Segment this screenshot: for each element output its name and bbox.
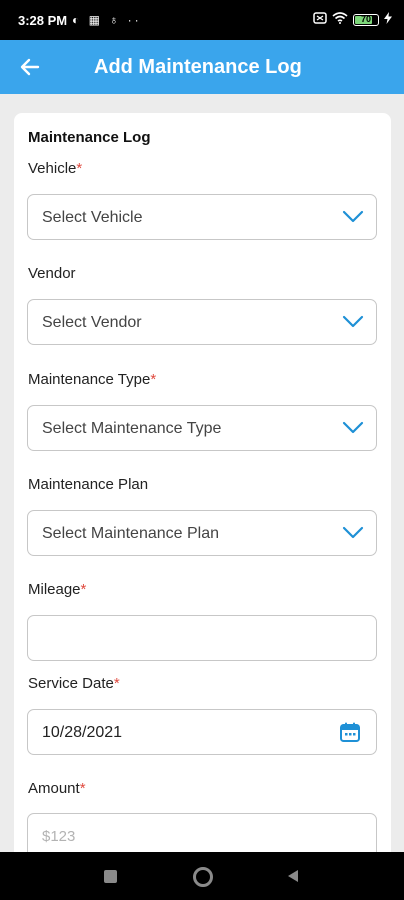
amount-placeholder: $123 [42, 828, 76, 845]
chevron-down-icon [342, 421, 364, 434]
notification-icons: ◐ ▦ ♁ ·· [72, 13, 142, 27]
charging-icon [384, 12, 392, 27]
required-marker: * [150, 371, 157, 388]
maintenance-type-label: Maintenance Type* [28, 371, 157, 388]
vehicle-select-value: Select Vehicle [42, 209, 143, 226]
amount-label: Amount* [28, 780, 86, 797]
mileage-input[interactable] [27, 615, 377, 661]
wifi-icon [332, 12, 348, 27]
maintenance-type-select[interactable]: Select Maintenance Type [27, 405, 377, 451]
maintenance-log-card: Maintenance Log Vehicle* Select Vehicle … [14, 113, 391, 873]
required-marker: * [79, 780, 86, 797]
vehicle-label: Vehicle* [28, 160, 83, 177]
maintenance-plan-select-value: Select Maintenance Plan [42, 525, 219, 542]
maintenance-type-select-value: Select Maintenance Type [42, 420, 222, 437]
system-nav-bar [0, 852, 404, 900]
status-bar: 3:28 PM ◐ ▦ ♁ ·· 70 [0, 0, 404, 40]
service-date-value: 10/28/2021 [42, 724, 123, 741]
service-date-label: Service Date* [28, 675, 120, 692]
section-title: Maintenance Log [28, 129, 151, 146]
sim-icon [313, 12, 327, 27]
maintenance-plan-select[interactable]: Select Maintenance Plan [27, 510, 377, 556]
back-triangle-icon[interactable] [287, 869, 299, 883]
battery-icon: 70 [353, 13, 379, 26]
chevron-down-icon [342, 210, 364, 223]
vehicle-select[interactable]: Select Vehicle [27, 194, 377, 240]
maintenance-plan-label: Maintenance Plan [28, 476, 149, 493]
page-title: Add Maintenance Log [94, 56, 302, 78]
back-button[interactable] [14, 53, 46, 81]
mileage-label: Mileage* [28, 581, 87, 598]
app-bar: Add Maintenance Log [0, 40, 404, 94]
vendor-label: Vendor [28, 265, 76, 282]
recent-apps-button[interactable] [104, 870, 117, 883]
status-time: 3:28 PM [18, 13, 68, 28]
vendor-select-value: Select Vendor [42, 314, 142, 331]
required-marker: * [76, 160, 83, 177]
calendar-icon[interactable] [339, 721, 361, 743]
chevron-down-icon [342, 526, 364, 539]
service-date-field[interactable]: 10/28/2021 [27, 709, 377, 755]
required-marker: * [113, 675, 120, 692]
arrow-left-icon [20, 58, 40, 76]
chevron-down-icon [342, 315, 364, 328]
status-icons: 70 [313, 12, 392, 27]
home-button[interactable] [193, 867, 213, 887]
vendor-select[interactable]: Select Vendor [27, 299, 377, 345]
required-marker: * [80, 581, 87, 598]
battery-level: 70 [360, 13, 371, 24]
